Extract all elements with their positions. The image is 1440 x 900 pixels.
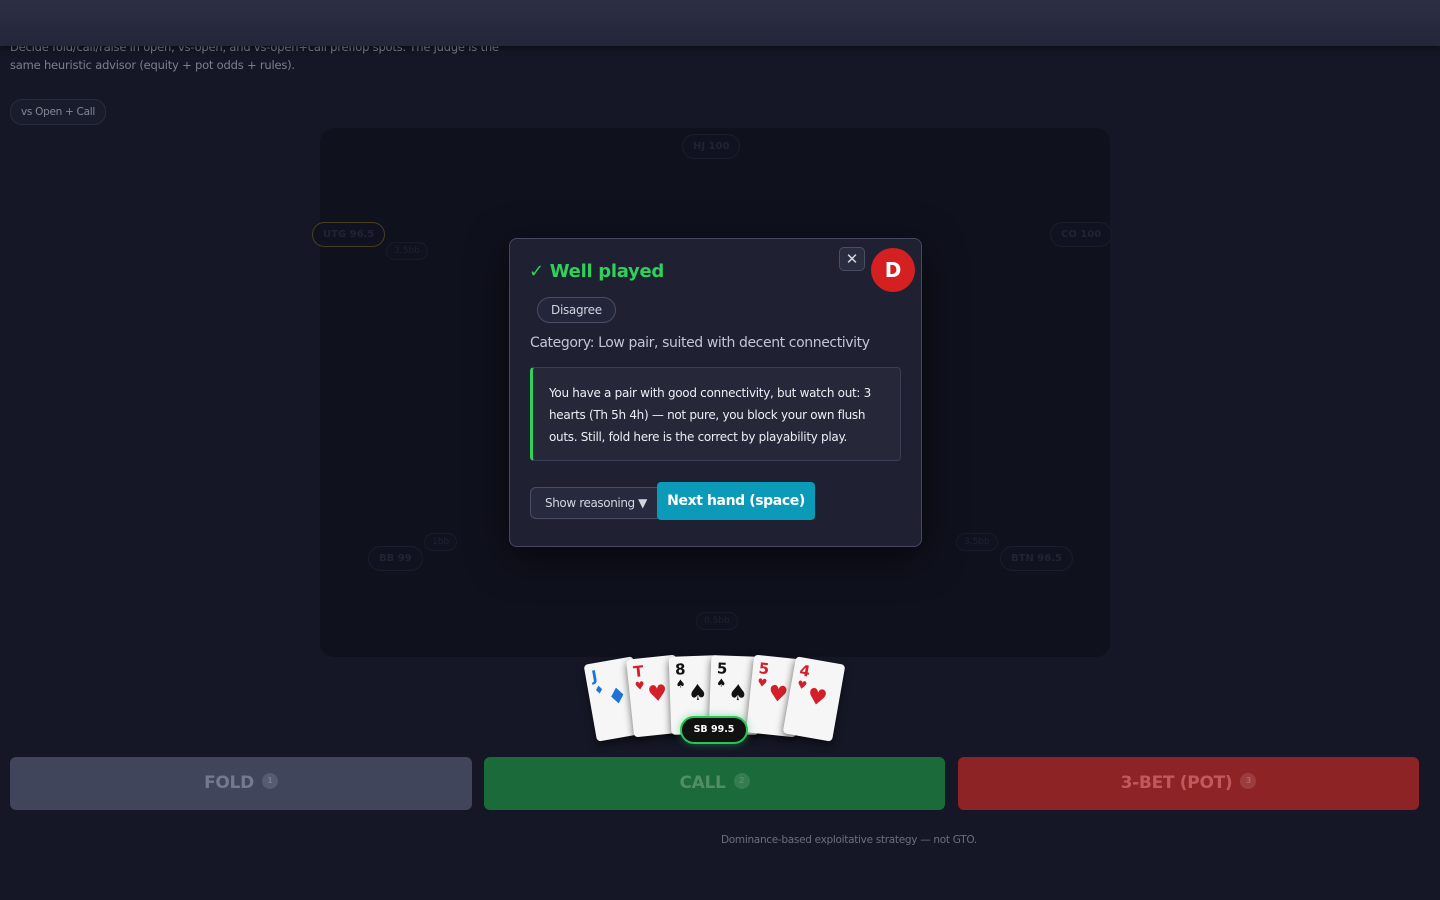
card-1-suit-small: ♦ — [593, 682, 606, 698]
seat-co: CO 100 — [1050, 222, 1113, 247]
hand-category: Category: Low pair, suited with decent c… — [530, 335, 870, 351]
mode-chip[interactable]: vs Open + Call — [10, 99, 106, 125]
card-2-suit-small: ♥ — [634, 679, 646, 694]
call-label: CALL — [679, 773, 726, 793]
card-4-rank: 5 — [716, 659, 728, 678]
hero-stack-badge: SB 99.5 — [680, 716, 748, 744]
heart-icon: ♥ — [766, 681, 790, 709]
seat-utg: UTG 96.5 — [312, 222, 386, 247]
spade-icon: ♠ — [727, 680, 749, 707]
call-hotkey: 2 — [733, 773, 750, 789]
seat-btn: BTN 96.5 — [1000, 546, 1073, 571]
three-bet-button[interactable]: 3-BET (POT) 3 — [958, 757, 1419, 810]
bet-sb: 0.5bb — [696, 612, 738, 630]
heart-icon: ♥ — [805, 683, 829, 713]
seat-hj: HJ 100 — [682, 134, 741, 159]
spade-icon: ♠ — [687, 680, 709, 707]
avatar[interactable]: D — [871, 248, 915, 292]
feedback-modal: ✓ Well played ✕ D Disagree Category: Low… — [509, 238, 922, 547]
disagree-button[interactable]: Disagree — [537, 297, 616, 323]
diamond-icon: ♦ — [605, 683, 630, 712]
heart-icon: ♥ — [646, 680, 669, 708]
card-5-suit-small: ♥ — [756, 676, 768, 691]
card-4-suit-small: ♠ — [716, 676, 727, 690]
seat-bb: BB 99 — [368, 546, 423, 571]
next-hand-button[interactable]: Next hand (space) — [657, 482, 815, 520]
description-line-2: same heuristic advisor (equity + pot odd… — [10, 58, 295, 72]
three-bet-hotkey: 3 — [1240, 773, 1257, 789]
top-bar — [0, 0, 1440, 46]
bet-utg: 3.5bb — [386, 242, 428, 260]
card-3-suit-small: ♠ — [675, 677, 686, 691]
explanation-box: You have a pair with good connectivity, … — [530, 367, 901, 461]
fold-button[interactable]: FOLD 1 — [10, 757, 472, 810]
strategy-footnote: Dominance-based exploitative strategy — … — [721, 834, 977, 846]
fold-label: FOLD — [204, 773, 254, 793]
three-bet-label: 3-BET (POT) — [1120, 773, 1233, 793]
close-button[interactable]: ✕ — [839, 247, 865, 271]
bet-btn: 3.5bb — [956, 533, 998, 551]
fold-hotkey: 1 — [261, 773, 278, 789]
call-button[interactable]: CALL 2 — [484, 757, 945, 810]
card-6-suit-small: ♥ — [796, 677, 809, 693]
card-3-rank: 8 — [674, 660, 686, 679]
result-title: ✓ Well played — [529, 261, 664, 282]
show-reasoning-button[interactable]: Show reasoning ▼ — [530, 487, 662, 519]
bet-bb: 1bb — [424, 533, 458, 551]
